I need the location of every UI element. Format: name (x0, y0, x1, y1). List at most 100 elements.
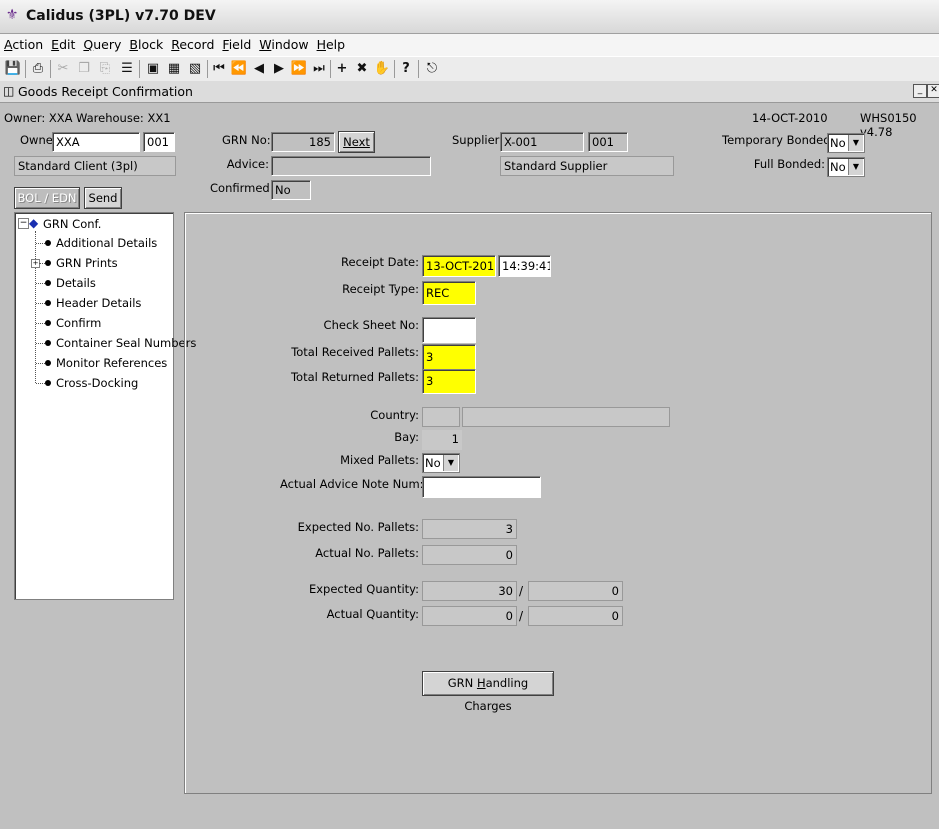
menu-help[interactable]: Help (313, 34, 350, 52)
expected-quantity-label: Expected Quantity: (308, 582, 419, 596)
total-returned-field[interactable]: 3 (422, 369, 476, 394)
menu-window[interactable]: Window (255, 34, 312, 52)
chevron-down-icon[interactable]: ▼ (848, 135, 863, 151)
tree-item-grn-prints[interactable]: GRN Prints (56, 256, 118, 270)
toolbar-separator (139, 60, 140, 78)
bol-edn-button[interactable]: BOL / EDN (14, 187, 80, 209)
info-owner: Owner: XXA (4, 111, 73, 125)
menu-query[interactable]: Query (79, 34, 125, 52)
confirmed-field: No (271, 180, 311, 200)
receipt-time-field[interactable]: 14:39:41 (498, 255, 551, 277)
save-icon[interactable]: 💾 (4, 60, 22, 78)
toolbar-separator (394, 60, 395, 78)
menu-bar: Action Edit Query Block Record Field Window Hel… (0, 34, 939, 56)
next-block-icon[interactable]: ⏩ (290, 60, 308, 78)
supplier-code-field[interactable]: X-001 (500, 132, 584, 152)
owner-name-display: Standard Client (3pl) (14, 156, 176, 176)
bay-value: 1 (422, 430, 462, 450)
tree-root[interactable]: GRN Conf. (43, 217, 101, 231)
advice-field[interactable] (271, 156, 431, 176)
owner-number-field[interactable]: 001 (143, 132, 175, 152)
insert-record-icon[interactable]: + (333, 60, 351, 78)
bullet-icon (45, 280, 51, 286)
actual-quantity-secondary-field: 0 (528, 606, 623, 626)
previous-record-icon[interactable]: ◀ (250, 60, 268, 78)
print-icon[interactable]: ⎙ (29, 60, 47, 78)
info-warehouse: Warehouse: XX1 (76, 111, 171, 125)
tree-item-confirm[interactable]: Confirm (56, 316, 101, 330)
cut-icon[interactable]: ✂ (54, 60, 72, 78)
minimize-icon[interactable]: _ (913, 84, 927, 98)
tree-line (36, 243, 45, 244)
full-bonded-select[interactable]: No ▼ (827, 157, 865, 177)
advice-note-label: Actual Advice Note Num: (280, 477, 424, 491)
mixed-pallets-select[interactable]: No ▼ (422, 453, 460, 473)
temporary-bonded-select[interactable]: No ▼ (827, 133, 865, 153)
info-bar: Owner: XXA Warehouse: XX1 14-OCT-2010 WH… (0, 108, 939, 139)
menu-field[interactable]: Field (218, 34, 255, 52)
last-record-icon[interactable]: ⏭ (310, 60, 328, 78)
help-icon[interactable]: ? (397, 60, 415, 78)
expected-pallets-label: Expected No. Pallets: (297, 520, 419, 534)
receipt-type-field[interactable]: REC (422, 281, 476, 305)
first-record-icon[interactable]: ⏮ (210, 60, 228, 78)
bullet-icon (45, 360, 51, 366)
menu-record[interactable]: Record (167, 34, 218, 52)
check-sheet-label: Check Sheet No: (323, 318, 419, 332)
cancel-query-icon[interactable]: ▧ (186, 60, 204, 78)
menu-action[interactable]: Action (0, 34, 47, 52)
owner-code-field[interactable]: XXA (52, 132, 140, 152)
supplier-label: Supplier: (452, 133, 504, 147)
copy-icon[interactable]: ❐ (75, 60, 93, 78)
tree-line (36, 343, 45, 344)
menu-edit[interactable]: Edit (47, 34, 79, 52)
delete-record-icon[interactable]: ✖ (353, 60, 371, 78)
exit-icon[interactable]: ⎋ (423, 60, 441, 78)
main-panel (184, 212, 932, 794)
tree-line (36, 363, 45, 364)
check-sheet-field[interactable] (422, 317, 476, 343)
grn-handling-charges-button[interactable]: GRN Handling Charges (422, 671, 554, 713)
list-icon[interactable]: ☰ (118, 60, 136, 78)
diamond-icon: ◆ (29, 216, 39, 230)
toolbar-separator (50, 60, 51, 78)
clear-record-icon[interactable]: ✋ (373, 60, 391, 78)
tree-item-monitor-references[interactable]: Monitor References (56, 356, 167, 370)
chevron-down-icon[interactable]: ▼ (848, 159, 863, 175)
total-received-field[interactable]: 3 (422, 344, 476, 370)
navigation-tree: − ◆ GRN Conf. Additional Details + GRN P… (14, 212, 196, 600)
total-returned-label: Total Returned Pallets: (290, 370, 419, 384)
previous-block-icon[interactable]: ⏪ (230, 60, 248, 78)
bullet-icon (45, 340, 51, 346)
bullet-icon (45, 380, 51, 386)
tree-item-additional-details[interactable]: Additional Details (56, 236, 157, 250)
expected-quantity-secondary-field: 0 (528, 581, 623, 601)
tree-item-header-details[interactable]: Header Details (56, 296, 141, 310)
expected-quantity-field: 30 (422, 581, 517, 601)
next-record-icon[interactable]: ▶ (270, 60, 288, 78)
total-received-label: Total Received Pallets: (291, 345, 419, 359)
form-title-bar: ◫ Goods Receipt Confirmation _ ✕ (0, 81, 939, 103)
receipt-date-field[interactable]: 13-OCT-2010 (422, 255, 496, 277)
tree-item-cross-docking[interactable]: Cross-Docking (56, 376, 138, 390)
collapse-icon[interactable]: − (18, 218, 29, 229)
chevron-down-icon[interactable]: ▼ (443, 455, 458, 471)
enter-query-icon[interactable]: ▣ (144, 60, 162, 78)
grn-number-field[interactable]: 185 (271, 132, 335, 152)
execute-query-icon[interactable]: ▦ (165, 60, 183, 78)
receipt-type-label: Receipt Type: (342, 282, 419, 296)
supplier-number-field[interactable]: 001 (588, 132, 628, 152)
paste-icon[interactable]: ⎘ (96, 60, 114, 78)
tree-item-details[interactable]: Details (56, 276, 96, 290)
menu-block[interactable]: Block (125, 34, 167, 52)
receipt-date-label: Receipt Date: (341, 255, 419, 269)
send-button[interactable]: Send (84, 187, 122, 209)
actual-quantity-separator: / (519, 609, 524, 623)
next-button[interactable]: Next (338, 131, 375, 153)
close-icon[interactable]: ✕ (927, 84, 939, 98)
tree-line (35, 231, 36, 383)
toolbar-separator (330, 60, 331, 78)
tree-item-container-seal-numbers[interactable]: Container Seal Numbers (56, 336, 196, 350)
country-name-field (462, 407, 670, 427)
advice-note-field[interactable] (422, 476, 541, 498)
